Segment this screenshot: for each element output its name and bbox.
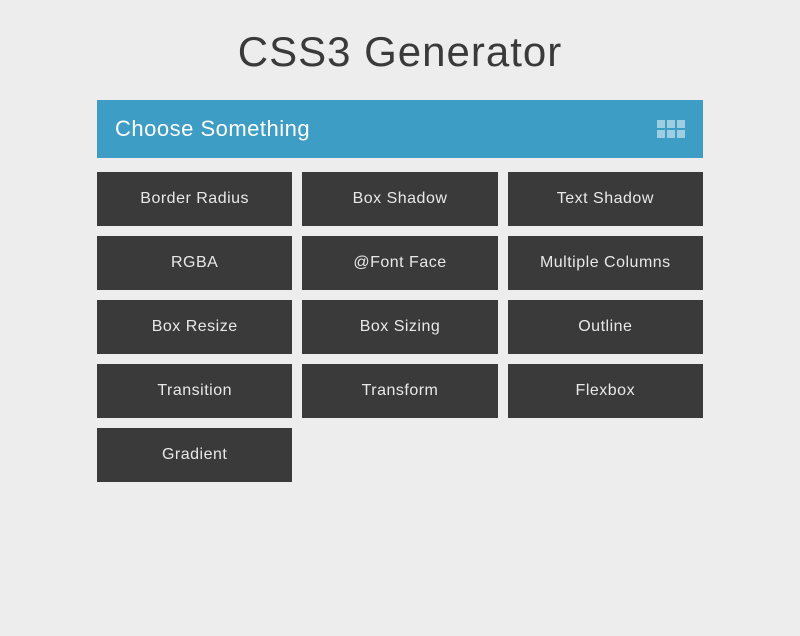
tile-rgba[interactable]: RGBA <box>97 236 292 290</box>
tile-text-shadow[interactable]: Text Shadow <box>508 172 703 226</box>
page-title: CSS3 Generator <box>0 0 800 100</box>
tile-label: Box Shadow <box>353 190 448 208</box>
tile-multiple-columns[interactable]: Multiple Columns <box>508 236 703 290</box>
tile-label: Transform <box>362 382 439 400</box>
tile-label: Border Radius <box>140 190 249 208</box>
tile-transition[interactable]: Transition <box>97 364 292 418</box>
tile-outline[interactable]: Outline <box>508 300 703 354</box>
app-container: CSS3 Generator Choose Something Border R… <box>0 0 800 482</box>
tile-label: Box Sizing <box>360 318 441 336</box>
tile-label: Flexbox <box>576 382 636 400</box>
tile-box-shadow[interactable]: Box Shadow <box>302 172 497 226</box>
tile-border-radius[interactable]: Border Radius <box>97 172 292 226</box>
tile-label: Gradient <box>162 446 227 464</box>
tile-transform[interactable]: Transform <box>302 364 497 418</box>
tile-box-sizing[interactable]: Box Sizing <box>302 300 497 354</box>
tile-label: Box Resize <box>152 318 238 336</box>
tile-label: Transition <box>157 382 232 400</box>
header-label: Choose Something <box>115 116 310 142</box>
tile-gradient[interactable]: Gradient <box>97 428 292 482</box>
tile-label: RGBA <box>171 254 218 272</box>
tile-flexbox[interactable]: Flexbox <box>508 364 703 418</box>
tile-label: Text Shadow <box>557 190 654 208</box>
tile-box-resize[interactable]: Box Resize <box>97 300 292 354</box>
header-bar[interactable]: Choose Something <box>97 100 703 158</box>
tile-font-face[interactable]: @Font Face <box>302 236 497 290</box>
tile-label: @Font Face <box>353 254 446 272</box>
tile-label: Multiple Columns <box>540 254 671 272</box>
tile-label: Outline <box>578 318 632 336</box>
tiles-grid: Border Radius Box Shadow Text Shadow RGB… <box>97 172 703 482</box>
grid-icon[interactable] <box>657 120 685 138</box>
